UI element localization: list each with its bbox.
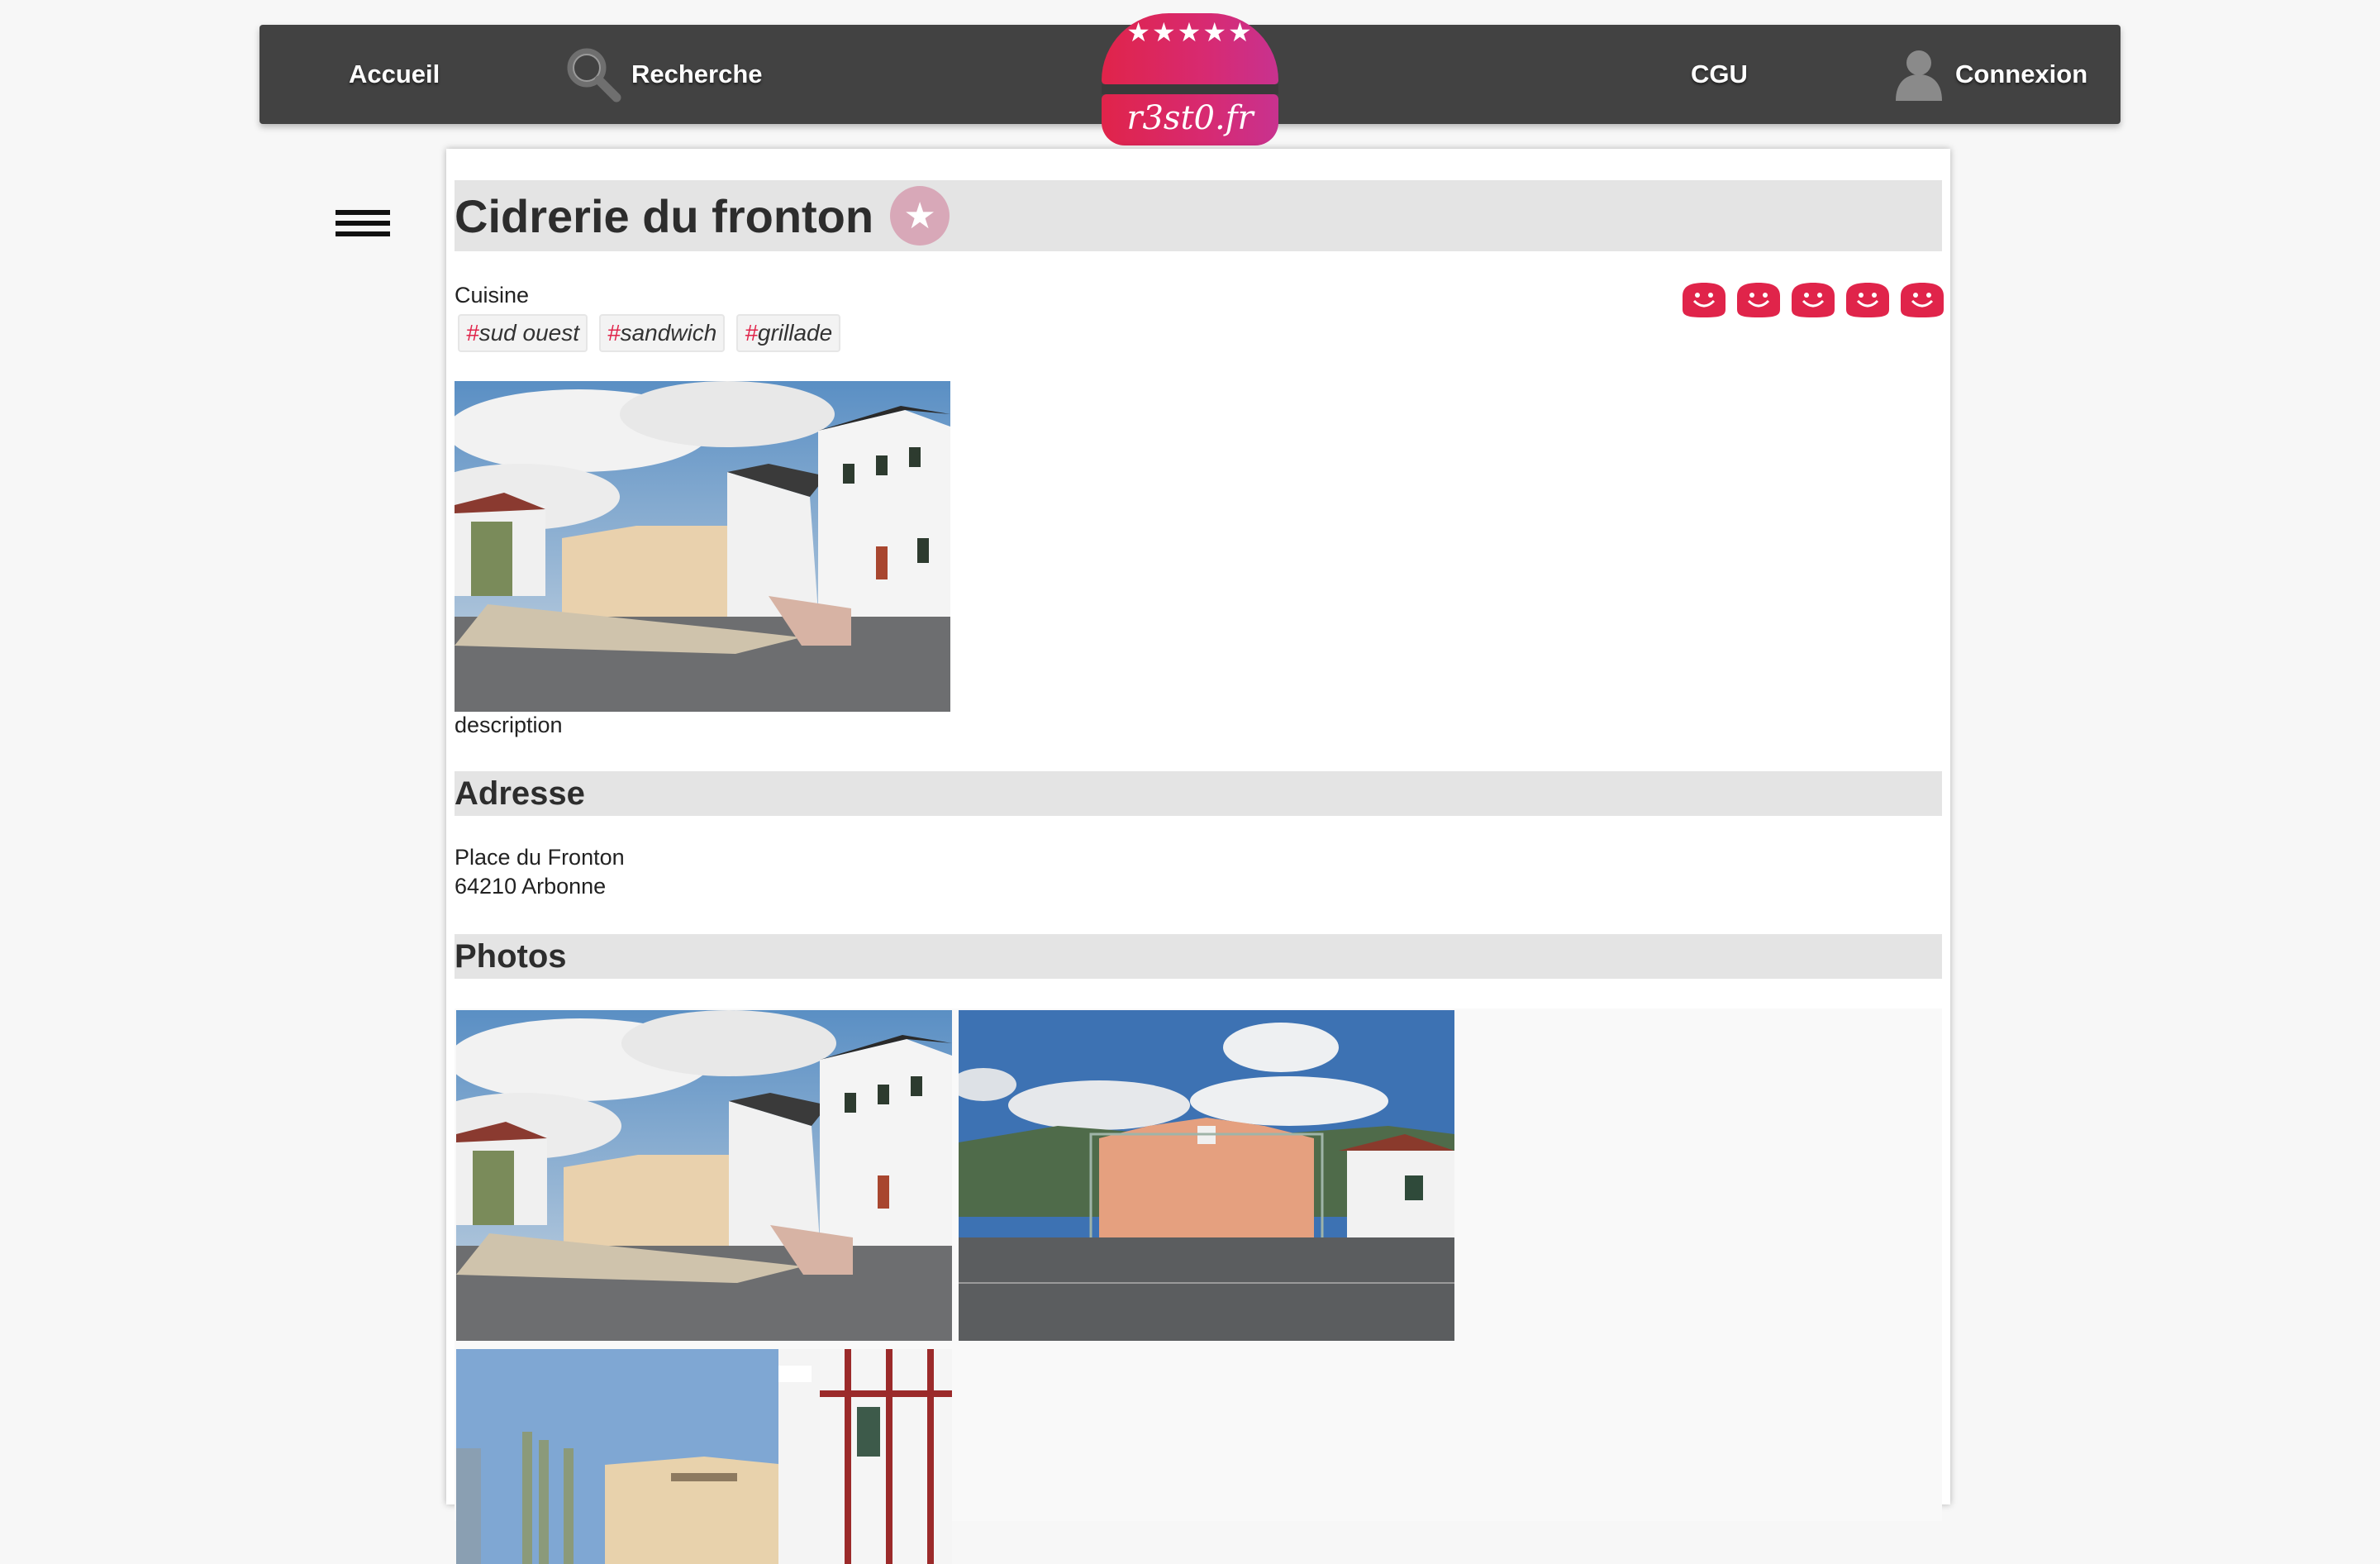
rating-smiley-icon [1683, 283, 1726, 317]
cuisine-label: Cuisine [455, 283, 530, 308]
tag-grillade[interactable]: # grillade [736, 314, 841, 352]
tag-sandwich[interactable]: # sandwich [599, 314, 726, 352]
user-icon [1896, 50, 1942, 101]
nav-home-label: Accueil [349, 60, 440, 88]
favorite-star-button[interactable]: ★ [890, 186, 950, 246]
nav-cgu-link[interactable]: CGU [1691, 25, 1748, 124]
nav-search-link[interactable]: Recherche [560, 25, 763, 124]
rating-smiley-icon [1901, 283, 1944, 317]
gallery-photo[interactable] [959, 1010, 1454, 1341]
photos-heading: Photos [455, 934, 1942, 979]
gallery-photo[interactable] [456, 1010, 952, 1341]
restaurant-name: Cidrerie du fronton [455, 189, 874, 242]
restaurant-card: Cidrerie du fronton ★ Cuisine # sud ouest… [446, 149, 1950, 1564]
nav-login-link[interactable]: Connexion [1889, 25, 2087, 124]
logo-text: r3st0.fr [1126, 99, 1254, 137]
tag-sud-ouest[interactable]: # sud ouest [458, 314, 588, 352]
nav-search-label: Recherche [631, 60, 763, 88]
title-bar: Cidrerie du fronton ★ [455, 180, 1942, 251]
photo-gallery [455, 1008, 1942, 1564]
tag-list: # sud ouest # sandwich # grillade [458, 314, 852, 352]
search-icon [567, 48, 621, 103]
rating-smileys [1674, 281, 1947, 319]
restaurant-main-photo[interactable] [455, 381, 950, 712]
logo-band [1102, 84, 1278, 94]
address-heading: Adresse [455, 771, 1942, 816]
gallery-photo[interactable] [456, 1349, 952, 1564]
nav-login-label: Connexion [1955, 60, 2088, 88]
logo-stars: ★★★★★ [1126, 17, 1254, 47]
address-line-1: Place du Fronton [455, 845, 625, 870]
nav-cgu-label: CGU [1691, 60, 1748, 88]
address-line-2: 64210 Arbonne [455, 874, 607, 899]
hamburger-menu-icon[interactable] [336, 210, 390, 240]
rating-smiley-icon [1737, 283, 1780, 317]
star-icon: ★ [903, 195, 936, 236]
nav-home-link[interactable]: Accueil [349, 25, 440, 124]
rating-smiley-icon [1846, 283, 1889, 317]
site-logo[interactable]: ★★★★★ r3st0.fr [1102, 13, 1278, 145]
rating-smiley-icon [1792, 283, 1835, 317]
restaurant-description: description [455, 713, 563, 737]
